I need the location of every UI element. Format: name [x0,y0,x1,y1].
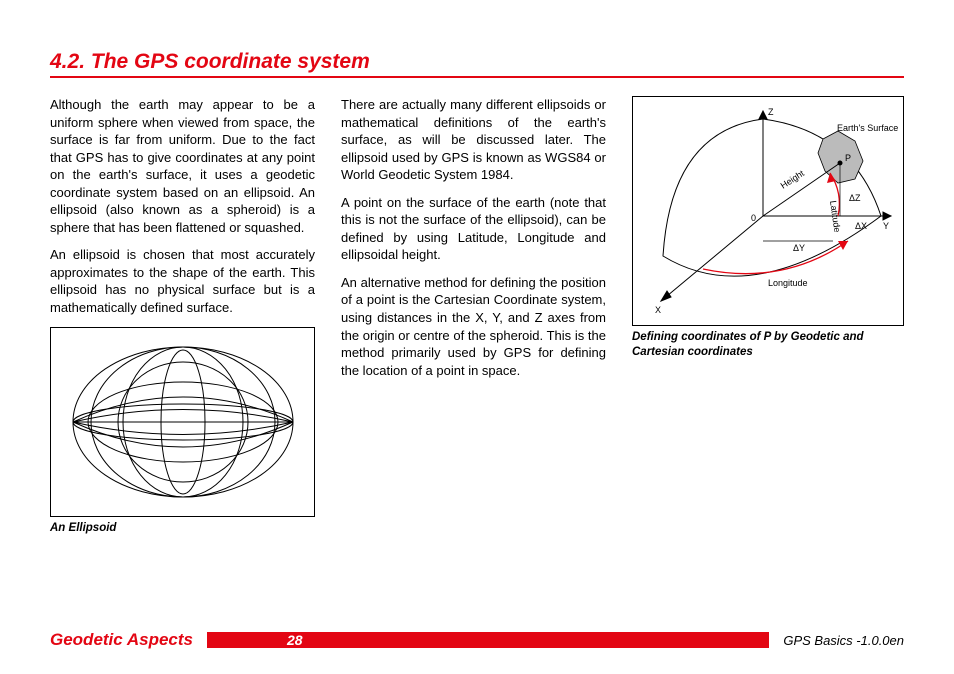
label-y: Y [883,221,889,231]
col1-para1: Although the earth may appear to be a un… [50,96,315,236]
col2-para3: An alternative method for defining the p… [341,274,606,379]
col1-para2: An ellipsoid is chosen that most accurat… [50,246,315,316]
col2-para2: A point on the surface of the earth (not… [341,194,606,264]
label-lon: Longitude [768,278,808,288]
label-dy: ΔY [793,243,805,253]
label-dz: ΔZ [849,193,861,203]
label-p: P [845,153,851,163]
footer-bar: 28 [207,632,769,648]
page-footer: Geodetic Aspects 28 GPS Basics -1.0.0en [50,630,904,650]
footer-doc-id: GPS Basics -1.0.0en [769,633,904,648]
coord-svg: Z Y X 0 P Earth's Surface Height Latitud… [633,101,903,321]
ellipsoid-svg [58,337,308,507]
label-z: Z [768,107,774,117]
footer-page-number: 28 [287,632,303,648]
column-2: There are actually many different ellips… [341,96,606,536]
column-3: Z Y X 0 P Earth's Surface Height Latitud… [632,96,904,536]
figure-coordinates-caption: Defining coordinates of P by Geodetic an… [632,330,904,360]
footer-section-title: Geodetic Aspects [50,630,207,650]
col2-para1: There are actually many different ellips… [341,96,606,184]
figure-ellipsoid [50,327,315,517]
label-x: X [655,305,661,315]
section-heading: 4.2. The GPS coordinate system [50,50,904,78]
column-1: Although the earth may appear to be a un… [50,96,315,536]
label-dx: ΔX [855,221,867,231]
figure-ellipsoid-caption: An Ellipsoid [50,521,315,536]
label-height: Height [779,168,807,191]
label-o: 0 [751,213,756,223]
figure-coordinates: Z Y X 0 P Earth's Surface Height Latitud… [632,96,904,326]
label-earth: Earth's Surface [837,123,898,133]
content-columns: Although the earth may appear to be a un… [50,96,904,536]
